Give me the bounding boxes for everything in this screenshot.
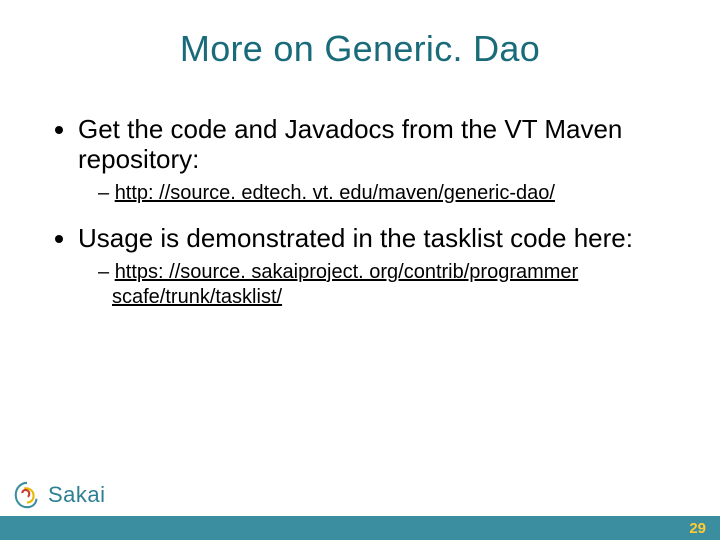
bullet-1: Get the code and Javadocs from the VT Ma… — [78, 115, 670, 206]
logo-icon — [12, 480, 42, 510]
bullet-list: Get the code and Javadocs from the VT Ma… — [50, 115, 670, 310]
brand-name: Sakai — [48, 482, 106, 508]
bullet-1-sub: http: //source. edtech. vt. edu/maven/ge… — [78, 181, 670, 206]
bullet-2-link-item: https: //source. sakaiproject. org/contr… — [98, 260, 670, 310]
brand-logo: Sakai — [12, 480, 106, 510]
slide-title: More on Generic. Dao — [0, 0, 720, 70]
bullet-1-link-item: http: //source. edtech. vt. edu/maven/ge… — [98, 181, 670, 206]
bullet-2-sub: https: //source. sakaiproject. org/contr… — [78, 260, 670, 310]
footer-bar: 29 — [0, 516, 720, 540]
bullet-2-link-line2[interactable]: scafe/trunk/tasklist/ — [112, 286, 282, 308]
slide-body: Get the code and Javadocs from the VT Ma… — [0, 70, 720, 310]
bullet-2-text: Usage is demonstrated in the tasklist co… — [78, 223, 633, 253]
bullet-2-link-line1[interactable]: https: //source. sakaiproject. org/contr… — [115, 261, 579, 283]
bullet-1-text: Get the code and Javadocs from the VT Ma… — [78, 114, 622, 174]
slide: More on Generic. Dao Get the code and Ja… — [0, 0, 720, 540]
bullet-2: Usage is demonstrated in the tasklist co… — [78, 224, 670, 310]
bullet-1-link[interactable]: http: //source. edtech. vt. edu/maven/ge… — [115, 182, 555, 204]
page-number: 29 — [689, 520, 706, 537]
